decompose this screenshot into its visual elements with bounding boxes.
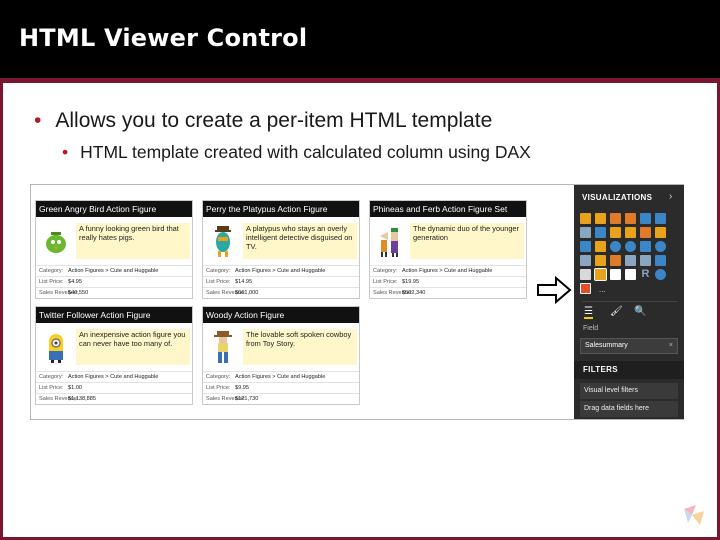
card-price-row: List Price: $1.00 — [36, 382, 192, 393]
area-chart-icon[interactable] — [595, 227, 606, 238]
more-visuals-ellipsis[interactable]: ... — [599, 285, 606, 294]
card-category-row: Category: Action Figures > Cute and Hugga… — [203, 265, 359, 276]
100pct-column-icon[interactable] — [655, 213, 666, 224]
card-description: The lovable soft spoken cowboy from Toy … — [243, 329, 357, 365]
product-card[interactable]: Twitter Follower Action Figure An inexpe… — [35, 306, 193, 405]
card-description: A platypus who stays an overly intellige… — [243, 223, 357, 259]
visualizations-pane: VISUALIZATIONS › R ... ☰ 🖌 🔍 Field Sales… — [574, 185, 684, 419]
filled-map-icon[interactable] — [580, 255, 591, 266]
bullet-dot: • — [34, 109, 42, 132]
treemap-icon[interactable] — [640, 241, 651, 252]
filters-header: FILTERS — [574, 361, 684, 379]
html5-icon[interactable] — [580, 283, 591, 294]
drag-fields-dropzone[interactable]: Drag data fields here — [580, 401, 678, 417]
r-script-icon[interactable]: R — [640, 269, 651, 280]
card-category-row: Category: Action Figures > Cute and Hugga… — [36, 265, 192, 276]
visual-level-filters[interactable]: Visual level filters — [580, 383, 678, 399]
pane-tabs: ☰ 🖌 🔍 — [582, 301, 677, 319]
field-well[interactable]: Salesummary × — [580, 338, 678, 354]
platypus-figure-icon — [215, 226, 231, 257]
card-sales-row: Sales Revenue:$1,138,885 — [36, 393, 192, 404]
card-description: The dynamic duo of the younger generatio… — [410, 223, 524, 259]
card-price-row: List Price: $19.95 — [370, 276, 526, 287]
phineas-ferb-figure-icon — [380, 228, 398, 257]
waterfall-icon[interactable] — [655, 227, 666, 238]
multi-row-card-icon[interactable] — [640, 255, 651, 266]
card-price-row: List Price: $14.95 — [203, 276, 359, 287]
card-description: An inexpensive action figure you can nev… — [76, 329, 190, 365]
card-category-row: Category: Action Figures > Cute and Hugga… — [203, 371, 359, 382]
table-icon[interactable] — [610, 269, 621, 280]
ribbon-chart-icon[interactable] — [580, 241, 591, 252]
card-category-row: Category: Action Figures > Cute and Hugga… — [370, 265, 526, 276]
line-chart-icon[interactable] — [580, 227, 591, 238]
powerbi-screenshot: Green Angry Bird Action Figure A funny l… — [30, 184, 684, 420]
remove-field-icon[interactable]: × — [669, 339, 673, 353]
funnel-icon[interactable] — [595, 255, 606, 266]
stacked-bar-icon[interactable] — [580, 213, 591, 224]
field-value: Salesummary — [585, 342, 628, 349]
stacked-column-icon[interactable] — [595, 213, 606, 224]
card-sales-row: Sales Revenue:$502,340 — [370, 287, 526, 298]
cowboy-figure-icon — [214, 331, 232, 363]
collapse-chevron-icon[interactable]: › — [669, 191, 672, 202]
gauge-icon[interactable] — [610, 255, 621, 266]
100pct-bar-icon[interactable] — [640, 213, 651, 224]
analytics-tab-icon[interactable]: 🔍 — [634, 306, 646, 317]
green-bird-figure-icon — [46, 232, 66, 253]
bullet-level-1: • Allows you to create a per-item HTML te… — [34, 109, 492, 133]
slicer-icon[interactable] — [580, 269, 591, 280]
corner-logo-icon — [684, 505, 704, 525]
card-title: Woody Action Figure — [203, 307, 359, 323]
card-price-row: List Price: $9.95 — [203, 382, 359, 393]
card-category-row: Category: Action Figures > Cute and Hugga… — [36, 371, 192, 382]
matrix-icon[interactable] — [625, 269, 636, 280]
format-tab-icon[interactable]: 🖌 — [610, 306, 623, 317]
bullet-dot: • — [62, 142, 69, 162]
pie-chart-icon[interactable] — [610, 241, 621, 252]
card-sales-row: Sales Revenue:$40,550 — [36, 287, 192, 298]
product-card[interactable]: Green Angry Bird Action Figure A funny l… — [35, 200, 193, 299]
html-viewer-cards: Green Angry Bird Action Figure A funny l… — [31, 185, 574, 419]
card-price-row: List Price: $4.95 — [36, 276, 192, 287]
clustered-column-icon[interactable] — [625, 213, 636, 224]
product-card[interactable]: Woody Action Figure The lovable soft spo… — [202, 306, 360, 405]
clustered-bar-icon[interactable] — [610, 213, 621, 224]
fields-tab-icon[interactable]: ☰ — [584, 306, 593, 319]
minion-figure-icon — [49, 334, 63, 363]
product-card[interactable]: Perry the Platypus Action Figure A platy… — [202, 200, 360, 299]
bullet-level-2: • HTML template created with calculated c… — [62, 142, 531, 163]
card-description: A funny looking green bird that really h… — [76, 223, 190, 259]
line-column-icon[interactable] — [625, 227, 636, 238]
html-viewer-icon[interactable] — [594, 268, 607, 281]
slide-title: HTML Viewer Control — [19, 24, 308, 52]
bullet-text: HTML template created with calculated co… — [80, 142, 531, 162]
kpi-icon[interactable] — [655, 255, 666, 266]
donut-chart-icon[interactable] — [625, 241, 636, 252]
visualizations-title: VISUALIZATIONS — [582, 193, 653, 202]
product-card[interactable]: Phineas and Ferb Action Figure Set The d… — [369, 200, 527, 299]
card-title: Perry the Platypus Action Figure — [203, 201, 359, 217]
card-title: Phineas and Ferb Action Figure Set — [370, 201, 526, 217]
scatter-icon[interactable] — [595, 241, 606, 252]
pointer-arrow-icon — [537, 276, 572, 304]
map-icon[interactable] — [655, 241, 666, 252]
card-sales-row: Sales Revenue:$661,000 — [203, 287, 359, 298]
field-label: Field — [583, 325, 599, 332]
bullet-text: Allows you to create a per-item HTML tem… — [55, 109, 493, 132]
stacked-area-icon[interactable] — [610, 227, 621, 238]
card-sales-row: Sales Revenue:$121,730 — [203, 393, 359, 404]
title-bar: HTML Viewer Control — [0, 0, 720, 78]
line-clustered-icon[interactable] — [640, 227, 651, 238]
card-title: Green Angry Bird Action Figure — [36, 201, 192, 217]
globe-icon[interactable] — [655, 269, 666, 280]
card-title: Twitter Follower Action Figure — [36, 307, 192, 323]
card-icon[interactable] — [625, 255, 636, 266]
